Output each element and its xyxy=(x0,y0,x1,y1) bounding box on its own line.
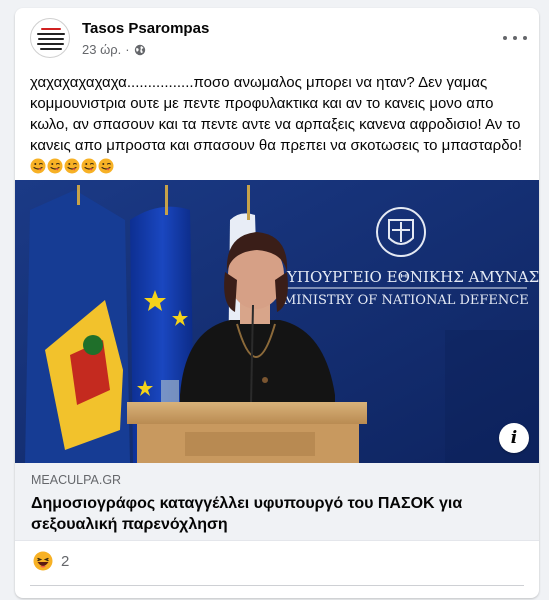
post-photo[interactable]: ΥΠΟΥΡΓΕΙΟ ΕΘΝΙΚΗΣ ΑΜΥΝΑΣ MINISTRY OF NAT… xyxy=(15,180,539,463)
dot xyxy=(503,36,507,40)
link-domain: MEACULPA.GR xyxy=(31,473,122,487)
winking-tongue-face-icon xyxy=(30,158,46,174)
more-options-button[interactable] xyxy=(503,30,527,46)
reactions-summary[interactable]: 2 xyxy=(33,551,69,571)
winking-tongue-face-icon xyxy=(81,158,97,174)
globe-icon[interactable] xyxy=(134,44,146,56)
info-button[interactable]: i xyxy=(499,423,529,453)
photo-image: ΥΠΟΥΡΓΕΙΟ ΕΘΝΙΚΗΣ ΑΜΥΝΑΣ MINISTRY OF NAT… xyxy=(15,180,539,463)
author-avatar[interactable] xyxy=(30,18,70,58)
post-text: χαχαχαχαχαχα................ποσο ανωμαλο… xyxy=(30,72,530,177)
author-name[interactable]: Tasos Psarompas xyxy=(82,20,209,37)
post-card: Tasos Psarompas 23 ώρ. · χαχαχαχαχαχα...… xyxy=(15,8,539,598)
haha-reaction-icon xyxy=(33,551,53,571)
reaction-count[interactable]: 2 xyxy=(61,553,69,570)
dot xyxy=(523,36,527,40)
link-title[interactable]: Δημοσιογράφος καταγγέλλει υφυπουργό του … xyxy=(31,493,523,535)
winking-tongue-face-icon xyxy=(98,158,114,174)
post-time[interactable]: 23 ώρ. xyxy=(82,42,121,57)
wall-sign-english: MINISTRY OF NATIONAL DEFENCE xyxy=(283,293,529,308)
dot xyxy=(513,36,517,40)
wall-sign-greek: ΥΠΟΥΡΓΕΙΟ ΕΘΝΙΚΗΣ ΑΜΥΝΑΣ xyxy=(286,268,539,286)
divider xyxy=(30,585,524,586)
winking-tongue-face-icon xyxy=(47,158,63,174)
winking-tongue-face-icon xyxy=(64,158,80,174)
link-preview[interactable]: MEACULPA.GR Δημοσιογράφος καταγγέλλει υφ… xyxy=(15,463,539,541)
meta-separator: · xyxy=(125,42,130,57)
post-text-body: χαχαχαχαχαχα................ποσο ανωμαλο… xyxy=(30,74,523,154)
post-header: Tasos Psarompas 23 ώρ. · xyxy=(30,18,527,70)
post-meta: 23 ώρ. · xyxy=(82,42,146,57)
avatar-image xyxy=(35,25,67,53)
post-emoji-row xyxy=(30,158,115,175)
